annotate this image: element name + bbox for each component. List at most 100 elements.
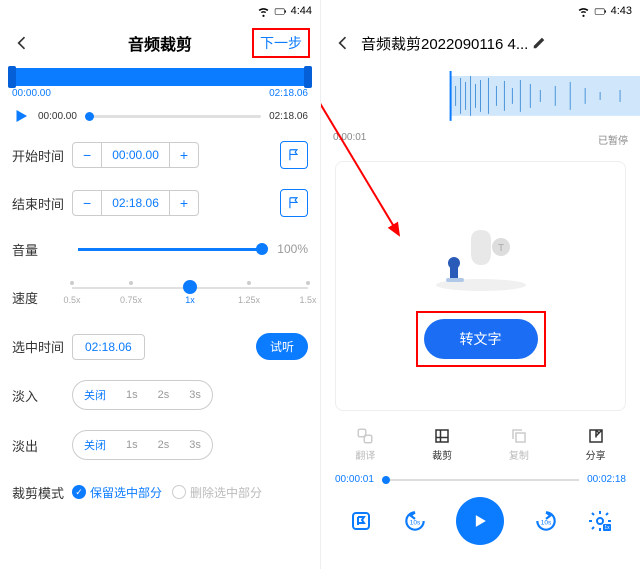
header: 音频裁剪 下一步	[0, 22, 320, 64]
fadein-label: 淡入	[12, 386, 72, 405]
flag-icon	[287, 196, 301, 210]
svg-text:1x: 1x	[604, 525, 610, 531]
edit-icon[interactable]	[532, 36, 546, 50]
bb-slider[interactable]	[382, 479, 579, 481]
range-start: 00:00.00	[12, 88, 51, 99]
row-volume: 音量 100%	[0, 227, 320, 271]
trim-time-row: 00:00.00 02:18.06	[0, 86, 320, 101]
volume-value: 100%	[277, 242, 308, 256]
play-row: 00:00.00 02:18.06	[0, 101, 320, 131]
svg-text:T: T	[497, 243, 503, 254]
fadeout-off[interactable]: 关闭	[76, 434, 114, 456]
svg-text:10s: 10s	[410, 519, 421, 526]
back-icon[interactable]	[333, 33, 353, 53]
screen-audio-trim: 4:44 音频裁剪 下一步 00:00.00 02:18.06 00:00.00…	[0, 0, 320, 569]
play-end: 02:18.06	[269, 111, 308, 122]
illustration: T	[426, 205, 536, 295]
end-flag-button[interactable]	[280, 189, 308, 217]
tab-share[interactable]: 分享	[586, 427, 606, 462]
fadeout-1s[interactable]: 1s	[118, 436, 146, 454]
progress-bar: 00:00:01 00:02:18	[321, 470, 640, 489]
row-end-time: 结束时间 − 02:18.06 +	[0, 179, 320, 227]
rewind-10s-button[interactable]: 10s	[402, 508, 428, 534]
convert-button[interactable]: 转文字	[424, 319, 538, 359]
start-label: 开始时间	[12, 146, 72, 165]
file-title: 音频裁剪2022090116 4...	[361, 33, 528, 54]
end-label: 结束时间	[12, 194, 72, 213]
fadein-3s[interactable]: 3s	[181, 386, 209, 404]
annotation-arrow	[320, 60, 419, 260]
row-fadeout: 淡出 关闭 1s 2s 3s	[0, 420, 320, 470]
selected-label: 选中时间	[12, 337, 72, 356]
statusbar: 4:43	[321, 0, 640, 22]
forward-10s-button[interactable]: 10s	[533, 508, 559, 534]
tab-trim[interactable]: 裁剪	[432, 427, 452, 462]
fadein-off[interactable]: 关闭	[76, 384, 114, 406]
fadeout-options: 关闭 1s 2s 3s	[72, 430, 213, 460]
end-stepper: − 02:18.06 +	[72, 190, 199, 216]
end-minus[interactable]: −	[73, 191, 101, 215]
fadein-2s[interactable]: 2s	[150, 386, 178, 404]
selected-value[interactable]: 02:18.06	[72, 334, 145, 360]
flag-button[interactable]	[349, 509, 373, 533]
trim-handle-left[interactable]	[8, 66, 16, 88]
check-icon: ✓	[72, 485, 86, 499]
end-value[interactable]: 02:18.06	[101, 191, 170, 215]
copy-icon	[510, 427, 528, 445]
action-tabs: 翻译 裁剪 复制 分享	[321, 419, 640, 470]
trim-icon	[433, 427, 451, 445]
statusbar: 4:44	[0, 0, 320, 22]
mode-label: 裁剪模式	[12, 483, 72, 502]
translate-icon	[356, 427, 374, 445]
status-time: 4:43	[611, 5, 632, 17]
flag-icon	[287, 148, 301, 162]
settings-button[interactable]: 1x	[588, 509, 612, 533]
start-value[interactable]: 00:00.00	[101, 143, 170, 167]
row-speed: 速度 0.5x 0.75x 1x 1.25x 1.5x	[0, 271, 320, 323]
play-start: 00:00.00	[38, 111, 77, 122]
next-button[interactable]: 下一步	[252, 28, 310, 58]
tab-translate[interactable]: 翻译	[355, 427, 375, 462]
volume-knob[interactable]	[256, 243, 268, 255]
tab-copy[interactable]: 复制	[509, 427, 529, 462]
row-mode: 裁剪模式 ✓ 保留选中部分 删除选中部分	[0, 470, 320, 514]
header: 音频裁剪2022090116 4...	[321, 22, 640, 64]
wifi-icon	[577, 5, 590, 18]
trim-handle-right[interactable]	[304, 66, 312, 88]
radio-off-icon	[172, 485, 186, 499]
player-controls: 10s 10s 1x	[321, 489, 640, 553]
fadein-options: 关闭 1s 2s 3s	[72, 380, 213, 410]
start-flag-button[interactable]	[280, 141, 308, 169]
share-icon	[587, 427, 605, 445]
play-icon[interactable]	[12, 107, 30, 125]
end-plus[interactable]: +	[170, 191, 198, 215]
fadein-1s[interactable]: 1s	[118, 386, 146, 404]
start-plus[interactable]: +	[170, 143, 198, 167]
page-title: 音频裁剪	[128, 31, 192, 55]
range-end: 02:18.06	[269, 88, 308, 99]
back-icon[interactable]	[12, 33, 32, 53]
start-minus[interactable]: −	[73, 143, 101, 167]
play-button[interactable]	[456, 497, 504, 545]
row-selected: 选中时间 02:18.06 试听	[0, 323, 320, 370]
convert-highlight: 转文字	[416, 311, 546, 367]
preview-button[interactable]: 试听	[256, 333, 308, 360]
wifi-icon	[257, 5, 270, 18]
speed-slider[interactable]: 0.5x 0.75x 1x 1.25x 1.5x	[72, 281, 308, 313]
volume-slider[interactable]	[78, 248, 263, 251]
battery-icon	[274, 5, 287, 18]
mode-keep-radio[interactable]: ✓ 保留选中部分	[72, 484, 162, 501]
speed-knob[interactable]	[183, 280, 197, 294]
volume-label: 音量	[12, 240, 72, 259]
row-fadein: 淡入 关闭 1s 2s 3s	[0, 370, 320, 420]
fadeout-2s[interactable]: 2s	[150, 436, 178, 454]
bb-start: 00:00:01	[335, 474, 374, 485]
play-progress[interactable]	[85, 115, 261, 118]
mode-delete-radio[interactable]: 删除选中部分	[172, 484, 262, 501]
trim-range-bar[interactable]	[10, 68, 310, 86]
battery-icon	[594, 5, 607, 18]
bb-end: 00:02:18	[587, 474, 626, 485]
row-start-time: 开始时间 − 00:00.00 +	[0, 131, 320, 179]
screen-audio-player: 4:43 音频裁剪2022090116 4... 0:00:01 已暂停	[320, 0, 640, 569]
fadeout-3s[interactable]: 3s	[181, 436, 209, 454]
